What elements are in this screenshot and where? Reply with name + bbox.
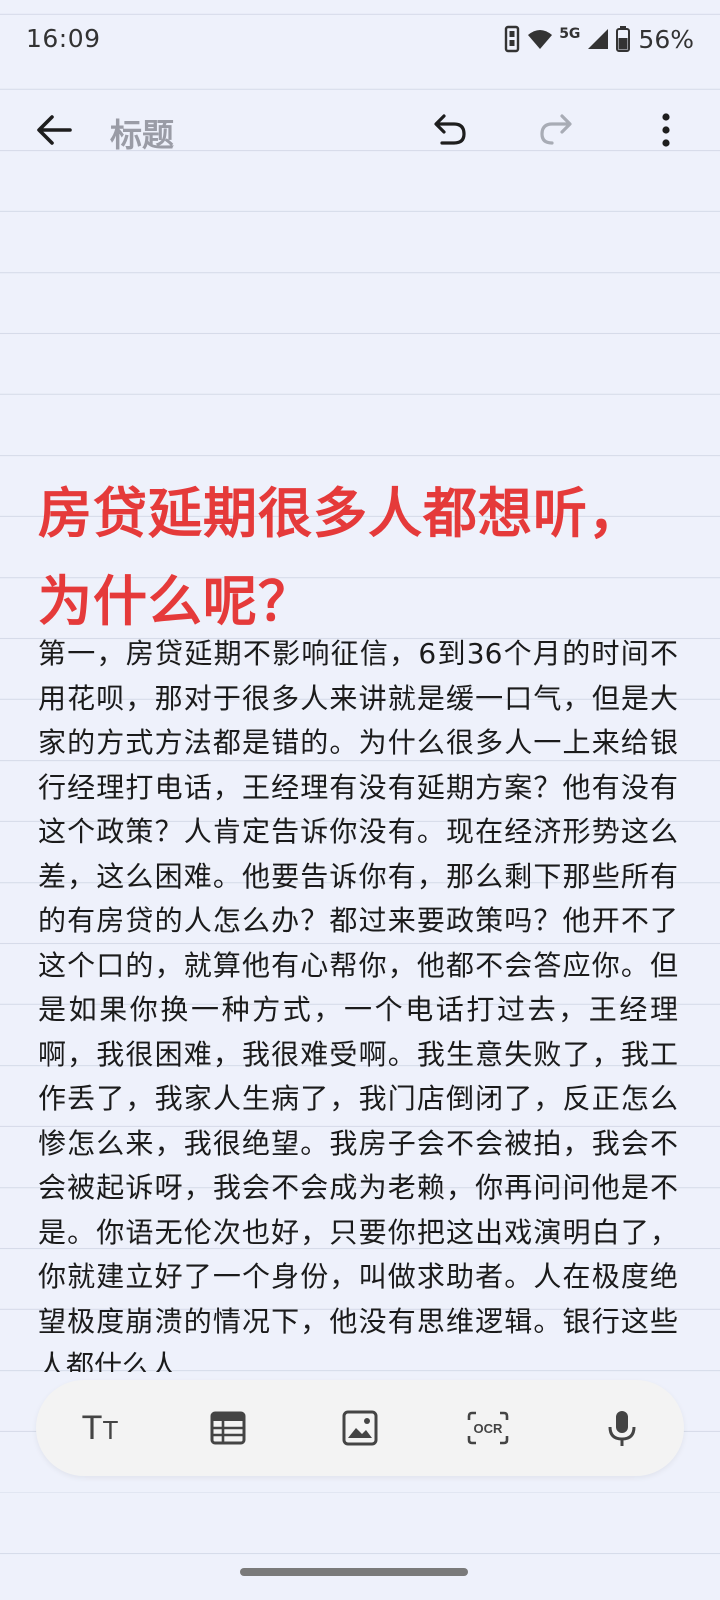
title-input[interactable]: 标题 xyxy=(110,110,174,156)
cellular-signal-icon xyxy=(586,27,610,51)
ocr-label: OCR xyxy=(474,1421,504,1436)
network-type-label: 5G xyxy=(559,26,581,42)
image-icon xyxy=(342,1410,378,1446)
undo-button[interactable] xyxy=(422,102,478,158)
wifi-icon xyxy=(527,27,553,51)
ocr-button[interactable]: OCR xyxy=(460,1400,516,1456)
bottom-toolbar: TT OCR xyxy=(36,1380,684,1476)
status-icons: 5G 56% xyxy=(503,22,694,56)
insert-image-button[interactable] xyxy=(332,1400,388,1456)
undo-icon xyxy=(434,114,466,145)
table-icon xyxy=(210,1411,246,1445)
vibrate-icon xyxy=(503,25,521,53)
more-options-button[interactable] xyxy=(638,102,694,158)
text-format-icon: TT xyxy=(81,1409,119,1447)
text-format-button[interactable]: TT xyxy=(72,1400,128,1456)
back-arrow-icon xyxy=(37,115,72,145)
battery-percentage: 56% xyxy=(638,24,694,54)
status-bar: 16:09 5G 56% xyxy=(0,0,720,80)
redo-icon xyxy=(540,114,572,145)
note-body[interactable]: 第一，房贷延期不影响征信，6到36个月的时间不用花呗，那对于很多人来讲就是缓一口… xyxy=(38,632,678,1372)
ocr-icon: OCR xyxy=(467,1411,509,1445)
battery-icon xyxy=(616,26,631,52)
note-toolbar: 标题 xyxy=(0,90,720,170)
microphone-icon xyxy=(608,1411,636,1446)
note-headline[interactable]: 房贷延期很多人都想听，为什么呢？ xyxy=(38,470,678,646)
redo-button[interactable] xyxy=(528,102,584,158)
voice-input-button[interactable] xyxy=(594,1400,650,1456)
back-button[interactable] xyxy=(26,102,82,158)
table-button[interactable] xyxy=(200,1400,256,1456)
status-time: 16:09 xyxy=(26,24,101,53)
more-vert-icon xyxy=(662,113,670,147)
home-indicator[interactable] xyxy=(240,1568,468,1576)
